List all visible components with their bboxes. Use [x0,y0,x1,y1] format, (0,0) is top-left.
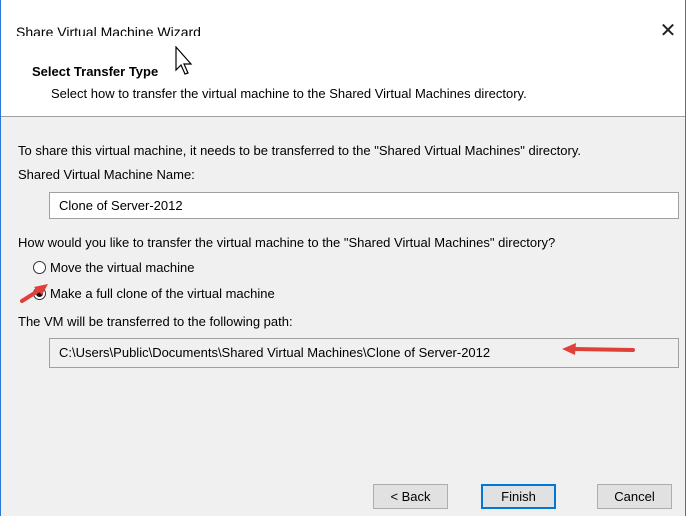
vm-name-label: Shared Virtual Machine Name: [18,167,195,182]
wizard-footer: < Back Finish Cancel [1,477,685,516]
mouse-pointer-icon [175,46,193,75]
path-label: The VM will be transferred to the follow… [18,314,293,329]
move-vm-radio[interactable] [33,260,46,274]
annotation-arrow-icon [20,284,48,303]
transfer-question: How would you like to transfer the virtu… [18,235,556,250]
move-vm-option[interactable]: Move the virtual machine [33,258,195,276]
back-button[interactable]: < Back [373,484,448,509]
wizard-header: Select Transfer Type Select how to trans… [1,36,685,117]
vm-name-input[interactable]: Clone of Server-2012 [49,192,679,219]
full-clone-option[interactable]: Make a full clone of the virtual machine [33,284,275,302]
intro-text: To share this virtual machine, it needs … [18,143,581,158]
page-title: Select Transfer Type [32,64,159,79]
cancel-button[interactable]: Cancel [597,484,672,509]
title-bar: Share Virtual Machine Wizard ✕ [1,0,685,42]
annotation-arrow-icon [562,343,635,355]
share-vm-wizard-dialog: Share Virtual Machine Wizard ✕ Select Tr… [0,0,686,516]
finish-button[interactable]: Finish [481,484,556,509]
move-vm-label: Move the virtual machine [50,259,195,275]
page-subtitle: Select how to transfer the virtual machi… [51,86,527,101]
full-clone-label: Make a full clone of the virtual machine [50,285,275,301]
wizard-body: To share this virtual machine, it needs … [1,117,685,452]
